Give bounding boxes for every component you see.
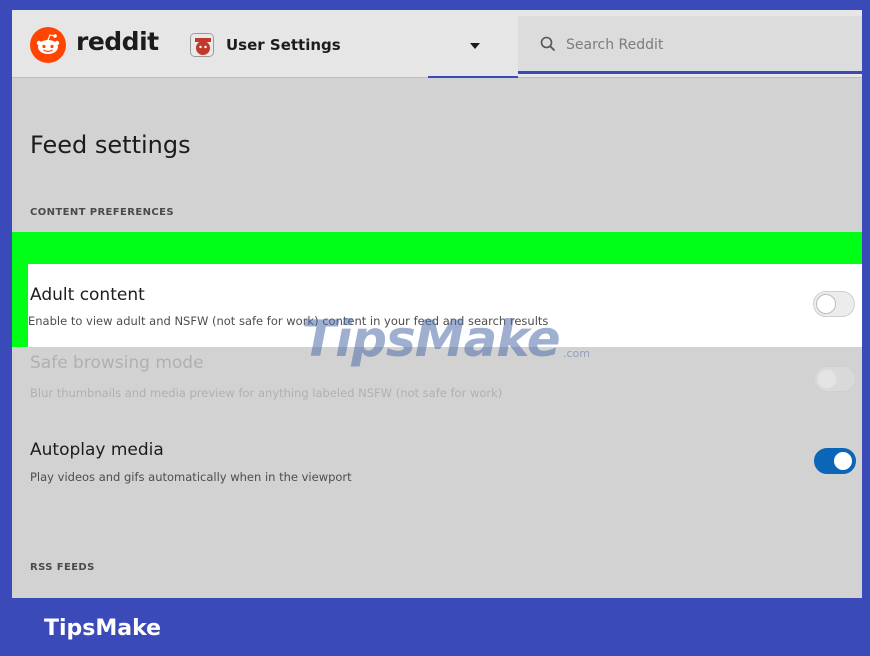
toggle-knob bbox=[816, 294, 836, 314]
chevron-down-icon[interactable] bbox=[470, 43, 480, 49]
reddit-wordmark[interactable]: reddit bbox=[76, 27, 159, 56]
frame-top bbox=[0, 0, 870, 10]
user-avatar-icon bbox=[190, 33, 214, 57]
nav-underline bbox=[428, 76, 518, 78]
search-input[interactable] bbox=[566, 34, 826, 56]
toggle-knob bbox=[817, 369, 837, 389]
browser-screen: reddit User Settings Feed settings CONTE… bbox=[12, 10, 862, 598]
safe-browsing-toggle[interactable] bbox=[814, 366, 856, 392]
search-bar[interactable] bbox=[518, 16, 862, 74]
reddit-logo-icon[interactable] bbox=[30, 27, 66, 63]
page-title: Feed settings bbox=[30, 131, 191, 159]
adult-content-title: Adult content bbox=[30, 285, 145, 305]
autoplay-media-description: Play videos and gifs automatically when … bbox=[30, 470, 352, 484]
safe-browsing-title: Safe browsing mode bbox=[30, 353, 204, 373]
footer-brand: TipsMake bbox=[44, 616, 162, 641]
top-header: reddit User Settings bbox=[12, 10, 862, 78]
tipsmake-watermark: TipsMake bbox=[302, 310, 561, 368]
section-label-content-preferences: CONTENT PREFERENCES bbox=[30, 207, 174, 218]
toggle-knob bbox=[833, 451, 853, 471]
location-label[interactable]: User Settings bbox=[226, 36, 341, 54]
section-label-rss-feeds: RSS FEEDS bbox=[30, 562, 95, 573]
adult-content-toggle[interactable] bbox=[813, 291, 855, 317]
watermark-suffix: .com bbox=[563, 347, 590, 360]
safe-browsing-description: Blur thumbnails and media preview for an… bbox=[30, 386, 503, 400]
autoplay-media-toggle[interactable] bbox=[814, 448, 856, 474]
autoplay-media-title: Autoplay media bbox=[30, 440, 164, 460]
search-icon bbox=[540, 36, 556, 52]
